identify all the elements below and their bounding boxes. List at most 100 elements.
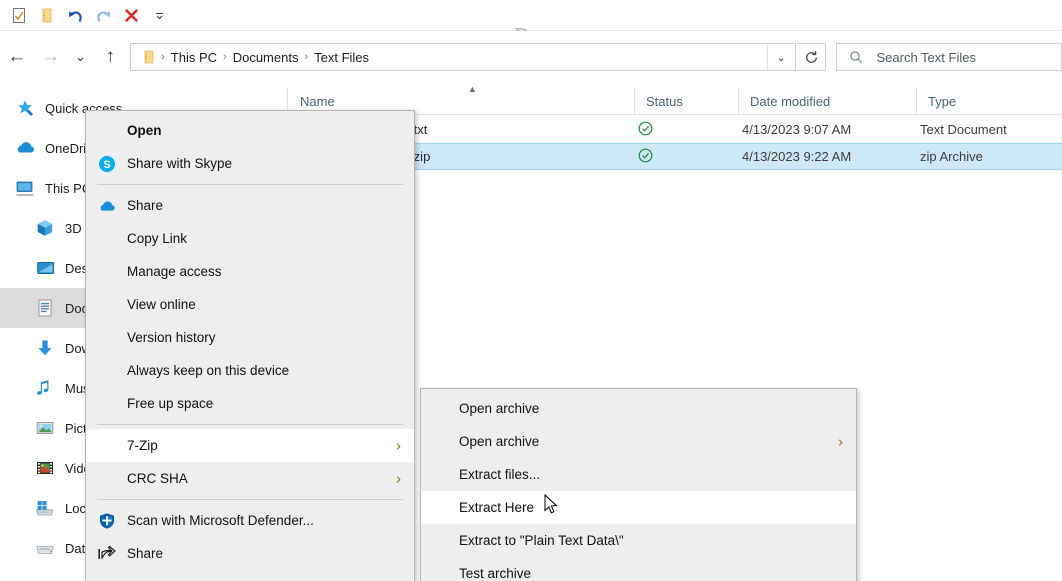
search-input[interactable]: Search Text Files xyxy=(836,43,1062,71)
menu-item-share[interactable]: Share xyxy=(86,537,414,570)
chevron-down-icon[interactable] xyxy=(145,2,173,28)
cloud-synced-check-icon xyxy=(638,148,653,166)
address-dropdown-icon[interactable]: ⌄ xyxy=(766,44,795,70)
menu-separator xyxy=(97,184,403,185)
submenu-item-extract-here[interactable]: Extract Here xyxy=(421,491,856,524)
menu-item-scan-with-microsoft-defender[interactable]: Scan with Microsoft Defender... xyxy=(86,504,414,537)
menu-item-open[interactable]: Open xyxy=(86,114,414,147)
music-note-icon xyxy=(34,377,56,399)
menu-item-copy-link[interactable]: Copy Link xyxy=(86,222,414,255)
share-arrow-icon xyxy=(93,543,120,565)
breadcrumb-item-documents[interactable]: Documents xyxy=(228,50,304,65)
menu-item-label: Version history xyxy=(127,330,216,345)
desktop-icon xyxy=(34,257,56,279)
submenu-item-extract-to-plain-text-data[interactable]: Extract to "Plain Text Data\" xyxy=(421,524,856,557)
file-type: zip Archive xyxy=(920,149,983,164)
menu-item-no-icon xyxy=(93,468,120,490)
breadcrumb-item-text-files[interactable]: Text Files xyxy=(309,50,374,65)
defender-shield-icon xyxy=(93,510,120,532)
menu-item-crc-sha[interactable]: CRC SHA › xyxy=(86,462,414,495)
menu-item-no-icon xyxy=(93,261,120,283)
submenu-item-label: Extract files... xyxy=(459,467,541,482)
menu-item-label: Always keep on this device xyxy=(127,363,290,378)
column-header-type[interactable]: Type xyxy=(916,88,1062,115)
pictures-icon xyxy=(34,417,56,439)
menu-item-no-icon xyxy=(93,393,120,415)
menu-item-label: Open xyxy=(127,123,162,138)
menu-item-label: Share xyxy=(127,198,164,213)
menu-item-no-icon xyxy=(93,360,120,382)
column-header-date-modified[interactable]: Date modified xyxy=(738,88,916,115)
submenu-item-extract-files[interactable]: Extract files... xyxy=(421,458,856,491)
menu-separator xyxy=(97,424,403,425)
chevron-right-icon: › xyxy=(838,433,843,450)
recent-locations-button[interactable]: ⌄ xyxy=(68,39,94,75)
menu-separator xyxy=(97,499,403,500)
cloud-icon xyxy=(14,137,36,159)
submenu-item-test-archive[interactable]: Test archive xyxy=(421,557,856,581)
undo-icon[interactable] xyxy=(61,2,89,28)
delete-icon[interactable] xyxy=(117,2,145,28)
menu-item-label: Manage access xyxy=(127,264,222,279)
submenu-item-open-archive[interactable]: Open archive › xyxy=(421,425,856,458)
menu-item-no-icon xyxy=(93,228,120,250)
documents-icon xyxy=(34,297,56,319)
folder-icon xyxy=(138,46,160,68)
menu-item-label: View online xyxy=(127,297,196,312)
skype-icon: S xyxy=(93,153,120,175)
menu-item-label: Scan with Microsoft Defender... xyxy=(127,513,314,528)
file-date-modified: 4/13/2023 9:07 AM xyxy=(742,122,852,137)
file-date-modified: 4/13/2023 9:22 AM xyxy=(742,149,852,164)
cube-icon xyxy=(34,217,56,239)
drive-icon xyxy=(34,577,56,581)
menu-item-open-with[interactable]: Open with› xyxy=(86,570,414,581)
file-explorer-window: groovyPost.com ← → ⌄ ↑ › This PC › Docum… xyxy=(0,0,1062,581)
drive-icon xyxy=(34,537,56,559)
address-bar[interactable]: › This PC › Documents › Text Files ⌄ xyxy=(130,43,796,71)
menu-item-no-icon xyxy=(93,435,120,457)
menu-item-free-up-space[interactable]: Free up space xyxy=(86,387,414,420)
menu-item-no-icon xyxy=(93,294,120,316)
submenu-item-open-archive[interactable]: Open archive xyxy=(421,392,856,425)
menu-item-label: CRC SHA xyxy=(127,471,188,486)
menu-item-no-icon xyxy=(93,576,120,581)
refresh-button[interactable] xyxy=(796,43,827,71)
menu-item-share[interactable]: Share xyxy=(86,189,414,222)
back-button[interactable]: ← xyxy=(0,39,34,75)
star-pin-icon xyxy=(14,97,36,119)
cloud-synced-check-icon xyxy=(638,121,653,139)
menu-item-view-online[interactable]: View online xyxy=(86,288,414,321)
menu-item-no-icon xyxy=(93,120,120,142)
new-folder-icon[interactable] xyxy=(33,2,61,28)
menu-item-label: Share xyxy=(127,546,164,561)
chevron-right-icon: › xyxy=(396,470,401,487)
menu-item-version-history[interactable]: Version history xyxy=(86,321,414,354)
monitor-icon xyxy=(14,177,36,199)
forward-button[interactable]: → xyxy=(34,39,68,75)
menu-item-label: Copy Link xyxy=(127,231,188,246)
menu-item-always-keep-on-this-device[interactable]: Always keep on this device xyxy=(86,354,414,387)
onedrive-cloud-icon xyxy=(93,195,120,217)
submenu-item-label: Extract Here xyxy=(459,500,535,515)
column-header-status[interactable]: Status xyxy=(634,88,738,115)
menu-item-no-icon xyxy=(93,327,120,349)
breadcrumb-item-this-pc[interactable]: This PC xyxy=(166,50,222,65)
submenu-item-label: Extract to "Plain Text Data\" xyxy=(459,533,624,548)
file-type: Text Document xyxy=(920,122,1007,137)
search-placeholder: Search Text Files xyxy=(876,49,976,65)
menu-item-label: 7-Zip xyxy=(127,438,158,453)
menu-item-7-zip[interactable]: 7-Zip › xyxy=(86,429,414,462)
properties-icon[interactable] xyxy=(5,2,33,28)
menu-item-label: Share with Skype xyxy=(127,156,233,171)
chevron-right-icon: › xyxy=(396,437,401,454)
sort-ascending-icon: ▲ xyxy=(468,84,477,94)
up-button[interactable]: ↑ xyxy=(93,39,127,75)
videos-film-icon xyxy=(34,457,56,479)
redo-icon[interactable] xyxy=(89,2,117,28)
context-menu: Open S Share with Skype Share Copy Link Manag… xyxy=(85,110,415,581)
menu-item-manage-access[interactable]: Manage access xyxy=(86,255,414,288)
menu-item-share-with-skype[interactable]: S Share with Skype xyxy=(86,147,414,180)
submenu-item-label: Test archive xyxy=(459,566,532,581)
submenu-item-label: Open archive xyxy=(459,434,540,449)
windows-drive-icon xyxy=(34,497,56,519)
